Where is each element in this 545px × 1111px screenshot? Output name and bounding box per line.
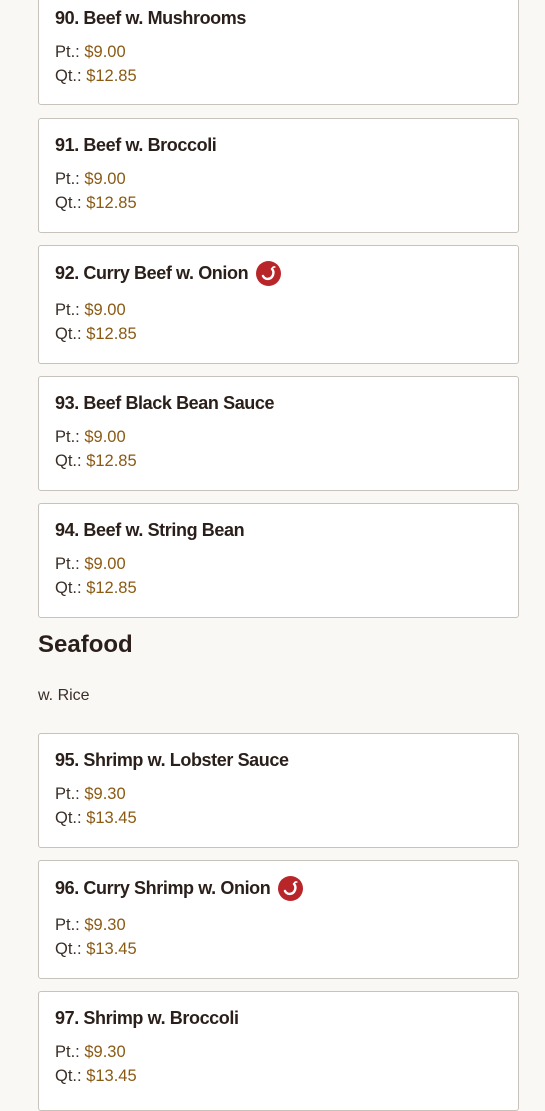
quart-price-line: Qt.: $12.85 [55,67,137,86]
quart-price: $12.85 [86,325,137,343]
quart-label: Qt.: [55,452,82,470]
pint-label: Pt.: [55,1043,80,1061]
quart-price: $12.85 [86,452,137,470]
pint-price: $9.00 [84,428,126,446]
quart-price: $12.85 [86,67,137,85]
pint-label: Pt.: [55,428,80,446]
quart-price: $12.85 [86,194,137,212]
menu-item-name: 96. Curry Shrimp w. Onion [55,878,271,898]
menu-item-card[interactable]: 94. Beef w. String Bean Pt.: $9.00 Qt.: … [38,503,519,618]
pint-label: Pt.: [55,43,80,61]
menu-item-name: 92. Curry Beef w. Onion [55,263,249,283]
menu-item-card[interactable]: 95. Shrimp w. Lobster Sauce Pt.: $9.30 Q… [38,733,519,848]
menu-item-name: 97. Shrimp w. Broccoli [55,1008,239,1028]
menu-item-card[interactable]: 93. Beef Black Bean Sauce Pt.: $9.00 Qt.… [38,376,519,491]
pint-label: Pt.: [55,785,80,803]
section-title: Seafood [38,631,133,658]
quart-price-line: Qt.: $12.85 [55,579,137,598]
pint-price-line: Pt.: $9.00 [55,170,126,189]
quart-label: Qt.: [55,579,82,597]
menu-item-card[interactable]: 92. Curry Beef w. Onion Pt.: $9.00 Qt.: … [38,245,519,364]
quart-price-line: Qt.: $13.45 [55,809,137,828]
menu-item-card[interactable]: 96. Curry Shrimp w. Onion Pt.: $9.30 Qt.… [38,860,519,979]
pint-price: $9.30 [84,785,126,803]
menu-item-name: 91. Beef w. Broccoli [55,135,217,155]
pint-price-line: Pt.: $9.00 [55,43,126,62]
section-subtitle: w. Rice [38,687,90,704]
menu-item-name-row: 96. Curry Shrimp w. Onion [55,876,304,901]
chili-pepper-icon [256,261,282,286]
menu-item-name: 95. Shrimp w. Lobster Sauce [55,750,289,770]
quart-label: Qt.: [55,194,82,212]
menu-item-name: 94. Beef w. String Bean [55,520,245,540]
pint-label: Pt.: [55,555,80,573]
pint-label: Pt.: [55,301,80,319]
pint-price-line: Pt.: $9.30 [55,785,126,804]
pint-price-line: Pt.: $9.30 [55,916,126,935]
quart-price: $12.85 [86,579,137,597]
quart-label: Qt.: [55,809,82,827]
pint-price-line: Pt.: $9.00 [55,428,126,447]
quart-price-line: Qt.: $13.45 [55,940,137,959]
pint-label: Pt.: [55,170,80,188]
menu-item-card[interactable]: 91. Beef w. Broccoli Pt.: $9.00 Qt.: $12… [38,118,519,233]
menu-item-name-row: 92. Curry Beef w. Onion [55,261,282,286]
quart-price: $13.45 [86,1067,137,1085]
pint-price: $9.30 [84,916,126,934]
pint-price: $9.00 [84,555,126,573]
pint-price-line: Pt.: $9.30 [55,1043,126,1062]
pint-price: $9.30 [84,1043,126,1061]
quart-price-line: Qt.: $12.85 [55,452,137,471]
quart-label: Qt.: [55,325,82,343]
pint-label: Pt.: [55,916,80,934]
quart-price-line: Qt.: $12.85 [55,325,137,344]
menu-item-card[interactable]: 97. Shrimp w. Broccoli Pt.: $9.30 Qt.: $… [38,991,519,1111]
pint-price: $9.00 [84,43,126,61]
chili-pepper-icon [278,876,304,901]
pint-price-line: Pt.: $9.00 [55,555,126,574]
menu-item-name: 90. Beef w. Mushrooms [55,8,246,28]
quart-price-line: Qt.: $12.85 [55,194,137,213]
pint-price-line: Pt.: $9.00 [55,301,126,320]
menu-item-name: 93. Beef Black Bean Sauce [55,393,275,413]
pint-price: $9.00 [84,170,126,188]
quart-label: Qt.: [55,67,82,85]
quart-label: Qt.: [55,940,82,958]
quart-price: $13.45 [86,809,137,827]
quart-price: $13.45 [86,940,137,958]
quart-price-line: Qt.: $13.45 [55,1067,137,1086]
menu-item-card[interactable]: 90. Beef w. Mushrooms Pt.: $9.00 Qt.: $1… [38,0,519,105]
pint-price: $9.00 [84,301,126,319]
quart-label: Qt.: [55,1067,82,1085]
